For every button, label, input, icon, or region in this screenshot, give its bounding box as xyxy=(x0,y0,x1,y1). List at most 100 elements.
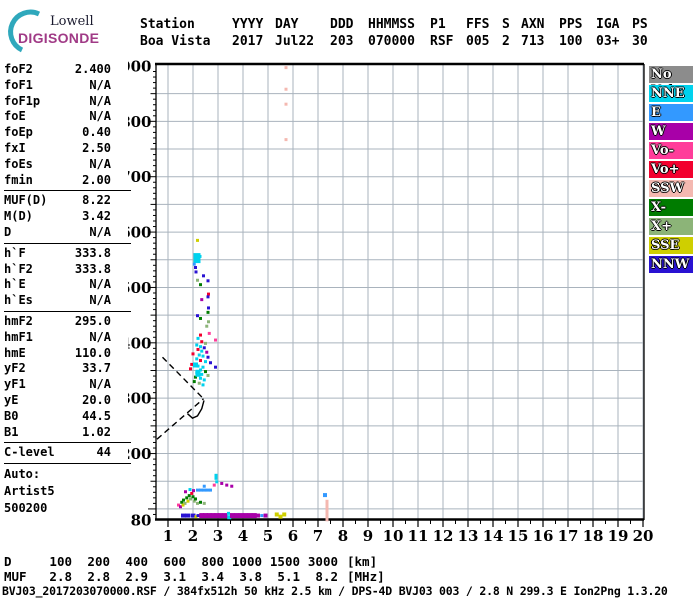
header-value: Jul22 xyxy=(275,34,315,49)
x-tick-label: 18 xyxy=(583,527,604,545)
echo-dot-Vo+ xyxy=(207,292,210,296)
characteristic-value: N/A xyxy=(89,377,111,392)
characteristic-label: h`E xyxy=(4,277,26,292)
d-row-value: 3000 xyxy=(307,554,338,569)
characteristic-label: B0 xyxy=(4,408,19,423)
echo-dot-X+ xyxy=(196,278,199,282)
x-tick-label: 15 xyxy=(508,527,529,545)
legend-swatch-e: E xyxy=(649,104,693,121)
echo-dot-SSE xyxy=(196,238,199,242)
characteristic-row: fxI 2.50 xyxy=(4,141,111,157)
echo-dot-X- xyxy=(199,500,202,504)
echo-dot-NNE xyxy=(215,480,219,484)
characteristic-label: hmF1 xyxy=(4,329,33,344)
y-tick-label: 400 xyxy=(128,334,152,352)
characteristic-value: 1.02 xyxy=(82,424,111,439)
header-key: AXN xyxy=(521,17,545,32)
echo-dot-NNE xyxy=(193,253,201,264)
characteristic-value: 8.22 xyxy=(82,193,111,208)
echo-dot-NNE xyxy=(195,343,199,347)
d-row-label: D xyxy=(4,554,12,569)
echo-dot-X- xyxy=(192,380,196,384)
echo-dot-NNE xyxy=(227,511,230,515)
d-row-value: 800 xyxy=(201,554,224,569)
legend-swatch-sse: SSE xyxy=(649,237,693,254)
echo-dot-NNE xyxy=(198,254,202,258)
echo-dot-SSE xyxy=(282,512,287,517)
characteristic-label: B1 xyxy=(4,424,19,439)
echo-dot-X+ xyxy=(206,373,210,377)
characteristics-group: foF2 2.400 foF1 N/A foF1p N/A foE N/A foEp 0.40 fx… xyxy=(4,60,131,190)
characteristic-row: foF1 N/A xyxy=(4,78,111,94)
characteristic-value: 0.40 xyxy=(82,125,111,140)
echo-dot-SSW xyxy=(325,499,329,505)
characteristic-row: h`E N/A xyxy=(4,277,111,293)
echo-dot-W xyxy=(222,513,228,519)
characteristic-label: C-level xyxy=(4,445,55,460)
d-row-value: 200 xyxy=(87,554,110,569)
characteristic-value: N/A xyxy=(89,77,111,92)
characteristic-value: 110.0 xyxy=(74,345,111,360)
header-keys-row: Station YYYY DAY DDD HHMMSS P1 FFS S AXN PPS IGA PS xyxy=(140,16,658,33)
echo-dot-Vo+ xyxy=(200,340,204,344)
echo-dot-E xyxy=(260,514,264,518)
header-value: 03+ xyxy=(596,34,620,49)
characteristic-label: MUF(D) xyxy=(4,193,48,208)
characteristic-row: hmF2 295.0 xyxy=(4,314,111,330)
echo-dot-NNW xyxy=(214,365,217,369)
header-value: 2017 xyxy=(232,34,264,49)
d-row-unit: [km] xyxy=(347,554,378,569)
header-value: 100 xyxy=(559,34,583,49)
y-axis-labels: 80 200 300 400 500 600 700 800 900 xyxy=(120,57,152,529)
characteristic-row: foF2 2.400 xyxy=(4,62,111,78)
characteristic-value: 333.8 xyxy=(74,245,111,260)
characteristic-value: N/A xyxy=(89,156,111,171)
legend-swatch-x-: X+ xyxy=(649,218,693,235)
echo-dot-SSE xyxy=(274,512,279,517)
echo-dot-NNE xyxy=(214,473,218,480)
characteristic-value: 2.400 xyxy=(74,62,111,76)
echo-dot-NNW xyxy=(202,274,205,278)
legend-label: E xyxy=(651,105,661,120)
d-row: D 100 200 400 600 800 1000 1500 3000 [km] xyxy=(4,554,385,569)
characteristic-value: N/A xyxy=(89,329,111,344)
y-tick-label: 600 xyxy=(128,224,152,242)
muf-row: MUF 2.8 2.8 2.9 3.1 3.4 3.8 5.1 8.2 [MHz] xyxy=(4,569,385,584)
echo-dot-X- xyxy=(206,310,210,314)
characteristic-label: yF1 xyxy=(4,377,26,392)
echo-dot-Vo- xyxy=(207,331,211,335)
legend-label: SSE xyxy=(651,238,680,253)
echo-dot-W xyxy=(200,298,204,302)
header-value: 30 xyxy=(632,34,648,49)
echo-dot-NNE xyxy=(201,354,205,358)
characteristic-row: yF2 33.7 xyxy=(4,361,111,377)
characteristics-group: hmF2 295.0 hmF1 N/A hmE 110.0 yF2 33.7 yF1 N/A yE 2… xyxy=(4,310,131,442)
echo-dot-NNE xyxy=(195,357,199,361)
echo-dot-Vo+ xyxy=(196,347,200,351)
characteristics-group: MUF(D) 8.22 M(D) 3.42 D N/A xyxy=(4,190,131,242)
echo-dot-NNW xyxy=(202,346,206,350)
characteristic-row: foEp 0.40 xyxy=(4,125,111,141)
x-tick-label: 14 xyxy=(483,527,504,545)
echo-dot-E xyxy=(202,484,206,488)
d-row-value: 1500 xyxy=(269,554,300,569)
muf-row-value: 2.8 xyxy=(49,569,72,584)
echo-dot-NNW xyxy=(206,279,210,283)
echo-dot-NNE xyxy=(204,360,207,364)
echo-dot-Vo- xyxy=(212,483,216,487)
echo-dot-X+ xyxy=(202,501,206,505)
echo-dot-W xyxy=(220,481,224,485)
legend-swatch-no-val: No Val xyxy=(649,66,693,99)
header-values-row: Boa Vista 2017 Jul22 203 070000 RSF 005 2 713 100… xyxy=(140,33,658,50)
characteristic-value: 20.0 xyxy=(82,392,111,407)
echo-dot-Vo- xyxy=(214,338,217,342)
x-tick-label: 3 xyxy=(213,527,223,545)
legend-swatch-nne: NNE xyxy=(649,85,693,102)
echo-dot-X- xyxy=(204,370,207,374)
x-tick-label: 4 xyxy=(238,527,248,545)
characteristic-value: 2.50 xyxy=(82,140,111,155)
echo-dot-W xyxy=(225,483,229,487)
legend-label: SSW xyxy=(651,181,685,196)
y-tick-label: 500 xyxy=(128,279,152,297)
echo-dot-NNW xyxy=(194,266,197,270)
